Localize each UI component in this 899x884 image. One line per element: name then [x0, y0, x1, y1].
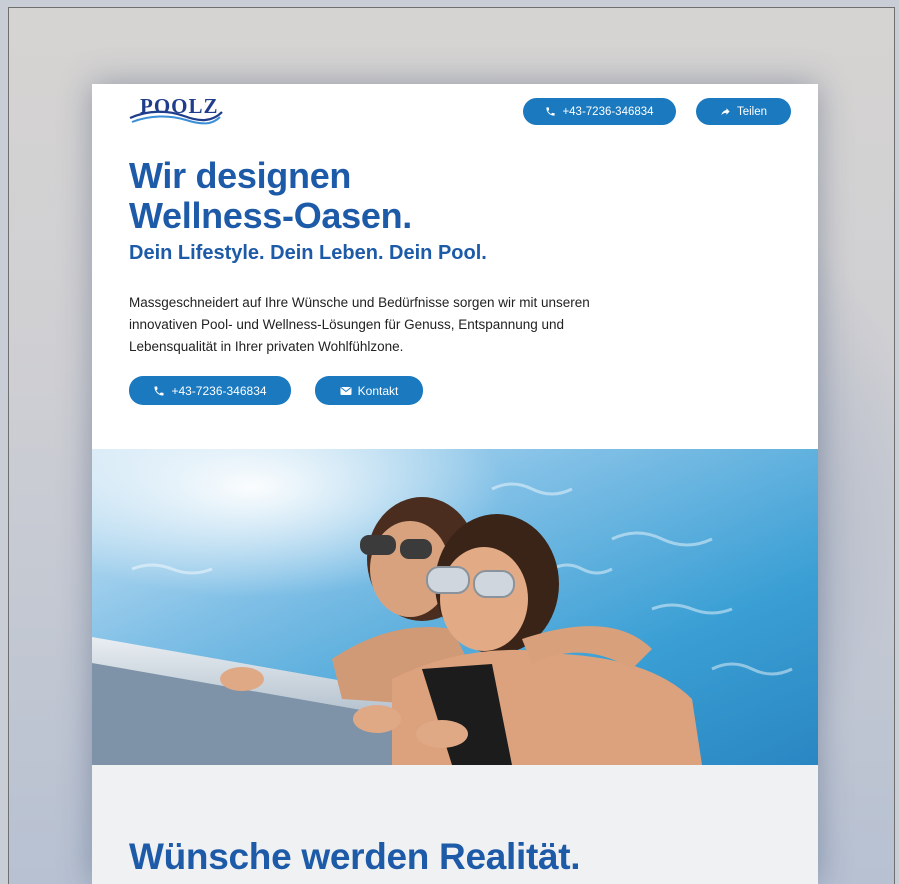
hero-phone-button[interactable]: +43-7236-346834: [129, 376, 291, 405]
header-bar: POOLZ +43-7236-346834 Teilen: [92, 84, 818, 134]
section-title: Wünsche werden Realität.: [129, 836, 581, 877]
wave-icon: [129, 110, 223, 125]
hero-phone-label: +43-7236-346834: [171, 383, 267, 398]
poolz-logo[interactable]: POOLZ: [128, 92, 224, 128]
hero-subtitle: Dein Lifestyle. Dein Leben. Dein Pool.: [129, 242, 487, 264]
share-arrow-icon: [721, 108, 730, 116]
pool-photo-illustration: [92, 449, 818, 765]
hero-title-line1: Wir designen: [129, 155, 352, 196]
hero-photo-pool: [92, 449, 818, 765]
envelope-icon: [340, 386, 352, 395]
hero-intro-text: Massgeschneidert auf Ihre Wünsche und Be…: [129, 295, 590, 354]
website-page: POOLZ +43-7236-346834 Teilen Wir designe…: [92, 84, 818, 884]
header-phone-button[interactable]: +43-7236-346834: [523, 98, 676, 125]
contact-label: Kontakt: [357, 383, 399, 398]
phone-icon: [154, 386, 164, 395]
share-button[interactable]: Teilen: [696, 98, 791, 125]
phone-icon: [546, 107, 556, 116]
contact-button[interactable]: Kontakt: [315, 376, 423, 405]
hero-title: Wir designen Wellness-Oasen.: [129, 156, 689, 236]
hero-heading-block: Wir designen Wellness-Oasen. Dein Lifest…: [129, 156, 689, 266]
header-phone-label: +43-7236-346834: [562, 105, 654, 118]
hero-title-line2: Wellness-Oasen.: [129, 195, 412, 236]
section-wishes: Wünsche werden Realität.: [92, 765, 818, 884]
share-label: Teilen: [736, 105, 768, 118]
